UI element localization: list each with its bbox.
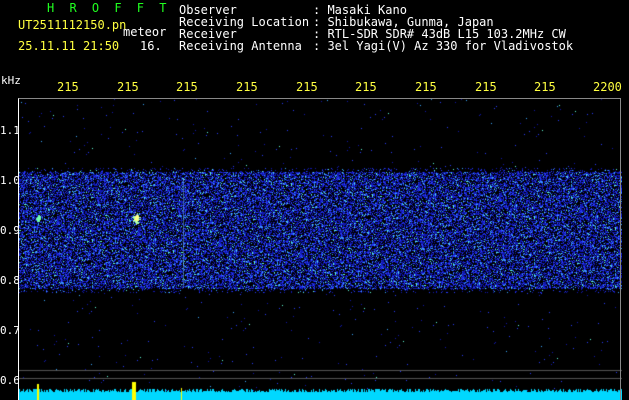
spectrogram-plot: [18, 98, 622, 400]
y-tick-label: 0.6: [0, 374, 20, 387]
timestamp: 25.11.11 21:50: [18, 39, 120, 53]
info-antenna-value: : 3el Yagi(V) Az 330 for Vladivostok: [313, 39, 574, 53]
y-tick-label: 1.1: [0, 124, 20, 137]
y-tick-label: 1.0: [0, 174, 20, 187]
y-tick-label: 0.7: [0, 324, 20, 337]
x-tick-label: 215: [415, 80, 437, 94]
x-tick-label: 215: [296, 80, 318, 94]
meteor-count: 16.: [140, 39, 162, 53]
x-tick-label: 215: [117, 80, 139, 94]
y-tick-label: 0.9: [0, 224, 20, 237]
file-suffix: meteor: [123, 25, 167, 39]
file-name: UT2511112150.pn: [18, 18, 127, 32]
y-unit-label: kHz: [1, 74, 21, 87]
x-tick-label: 2200: [593, 80, 622, 94]
x-tick-label: 215: [355, 80, 377, 94]
x-tick-label: 215: [534, 80, 556, 94]
brand-title: H R O F F T: [47, 1, 171, 15]
x-tick-label: 215: [57, 80, 79, 94]
x-tick-label: 215: [176, 80, 198, 94]
info-antenna-label: Receiving Antenna: [179, 39, 302, 53]
x-tick-label: 215: [475, 80, 497, 94]
x-tick-label: 215: [236, 80, 258, 94]
y-tick-label: 0.8: [0, 274, 20, 287]
